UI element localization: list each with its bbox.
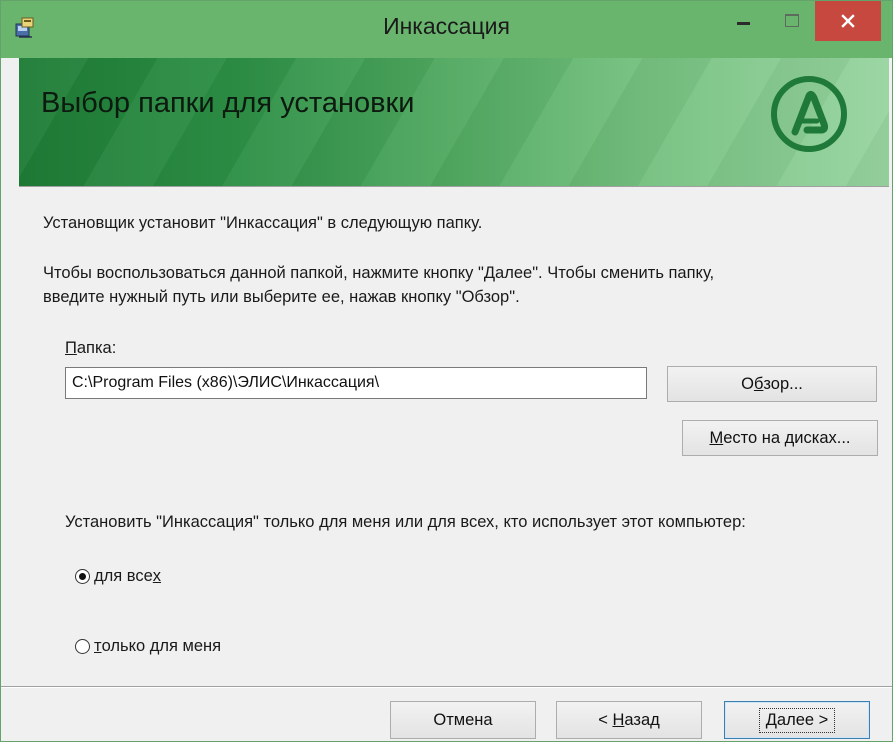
maximize-button[interactable] — [769, 1, 815, 39]
title-bar[interactable]: Инкассация — [1, 1, 892, 58]
back-label-b: азад — [624, 710, 660, 729]
folder-label: Папка: — [65, 339, 116, 358]
radio-only-me-mnemonic: т — [94, 637, 102, 655]
disk-space-button[interactable]: Место на дисках... — [682, 420, 878, 456]
company-logo-icon — [771, 76, 847, 152]
banner-divider — [19, 186, 889, 187]
installer-window: Инкассация Выбор папки для установки Уст… — [0, 0, 893, 742]
next-button[interactable]: Далее > — [724, 701, 870, 739]
radio-all-users-mnemonic: х — [152, 567, 162, 585]
browse-label-a: О — [741, 374, 754, 393]
browse-button[interactable]: Об зор... — [667, 366, 877, 402]
minimize-button[interactable] — [717, 1, 769, 39]
hint-text-line2: введите нужный путь или выберите ее, наж… — [43, 288, 520, 306]
radio-all-users-label-a: для все — [94, 567, 153, 585]
folder-label-mnemonic: П — [65, 339, 77, 357]
radio-only-me-button[interactable] — [75, 639, 90, 654]
minimize-icon — [736, 21, 750, 25]
intro-text: Установщик установит "Инкассация" в след… — [43, 214, 483, 232]
next-focus-rect: Далее > — [758, 707, 836, 733]
browse-label-b: зор... — [763, 374, 803, 393]
close-icon — [841, 14, 855, 28]
radio-all-users-button[interactable] — [75, 569, 90, 584]
radio-only-me-label: олько для меня — [101, 637, 222, 655]
hint-text-line1: Чтобы воспользоваться данной папкой, наж… — [43, 264, 715, 282]
next-label-mnemonic: Д — [765, 710, 777, 729]
disk-label: есто на дисках... — [723, 428, 851, 447]
page-title: Выбор папки для установки — [41, 87, 415, 119]
cancel-button[interactable]: Отмена — [390, 701, 536, 739]
disk-label-mnemonic: М — [709, 428, 724, 447]
footer-divider-highlight — [1, 687, 892, 688]
maximize-icon — [785, 13, 799, 27]
back-label-a: < — [598, 710, 613, 729]
browse-label-mnemonic: б — [753, 374, 764, 393]
close-button[interactable] — [815, 1, 881, 41]
back-label-mnemonic: Н — [612, 710, 625, 729]
radio-only-me[interactable]: т олько для меня — [75, 637, 221, 656]
folder-path-input[interactable] — [65, 367, 647, 399]
next-label: алее > — [776, 710, 829, 729]
header-banner: Выбор папки для установки — [19, 58, 889, 186]
radio-selected-dot — [79, 573, 86, 580]
radio-all-users[interactable]: для все х — [75, 567, 161, 586]
back-button[interactable]: < Назад — [556, 701, 702, 739]
folder-label-text: апка: — [76, 339, 117, 357]
install-scope-question: Установить "Инкассация" только для меня … — [65, 513, 746, 531]
